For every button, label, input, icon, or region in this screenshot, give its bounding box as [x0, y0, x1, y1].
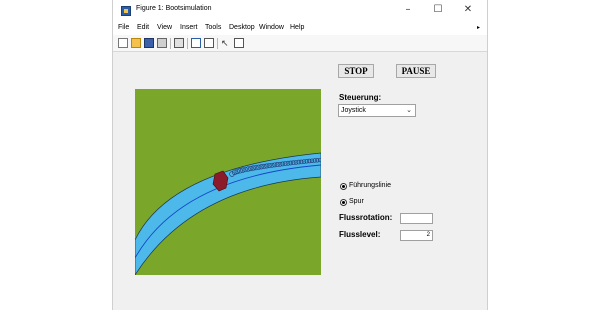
toolbar: ↖ [113, 35, 487, 52]
flussrotation-input[interactable] [400, 213, 433, 224]
menu-tools[interactable]: Tools [205, 24, 221, 31]
menu-help[interactable]: Help [290, 24, 304, 31]
window-title: Figure 1: Bootsimulation [136, 5, 212, 12]
stop-button[interactable]: STOP [338, 64, 374, 78]
minimize-button[interactable]: – [397, 2, 419, 18]
flussrotation-label: Flussrotation: [339, 213, 393, 222]
spur-radio[interactable] [340, 199, 347, 206]
print-preview-icon[interactable] [174, 38, 184, 48]
property-inspector-icon[interactable] [234, 38, 244, 48]
open-folder-icon[interactable] [131, 38, 141, 48]
flusslevel-label: Flusslevel: [339, 230, 381, 239]
menu-desktop[interactable]: Desktop [229, 24, 255, 31]
fuehrungslinie-radio[interactable] [340, 183, 347, 190]
new-file-icon[interactable] [118, 38, 128, 48]
simulation-plot [135, 89, 321, 275]
steuerung-label: Steuerung: [339, 93, 382, 102]
pause-button[interactable]: PAUSE [396, 64, 436, 78]
menu-insert[interactable]: Insert [180, 24, 198, 31]
title-bar: Figure 1: Bootsimulation – ☐ ✕ [113, 0, 487, 22]
menu-view[interactable]: View [157, 24, 172, 31]
menu-overflow-icon[interactable]: ▸ [477, 24, 480, 31]
toolbar-separator [187, 38, 188, 49]
link-plot-icon[interactable] [191, 38, 201, 48]
toolbar-separator [217, 38, 218, 49]
close-button[interactable]: ✕ [457, 2, 479, 18]
print-icon[interactable] [157, 38, 167, 48]
fuehrungslinie-label: Führungslinie [349, 182, 392, 189]
figure-window: Figure 1: Bootsimulation – ☐ ✕ File Edit… [112, 0, 488, 310]
insert-colorbar-icon[interactable] [204, 38, 214, 48]
save-icon[interactable] [144, 38, 154, 48]
menu-bar: File Edit View Insert Tools Desktop Wind… [113, 22, 487, 35]
menu-window[interactable]: Window [259, 24, 284, 31]
steuerung-dropdown[interactable]: Joystick ⌄ [338, 104, 416, 117]
spur-label: Spur [349, 198, 364, 205]
edit-plot-arrow-icon[interactable]: ↖ [221, 38, 231, 48]
maximize-button[interactable]: ☐ [427, 2, 449, 18]
matlab-figure-icon [121, 6, 131, 16]
menu-file[interactable]: File [118, 24, 129, 31]
chevron-down-icon: ⌄ [406, 107, 412, 114]
menu-edit[interactable]: Edit [137, 24, 149, 31]
flusslevel-input[interactable]: 2 [400, 230, 433, 241]
steuerung-value: Joystick [341, 107, 366, 114]
toolbar-separator [170, 38, 171, 49]
